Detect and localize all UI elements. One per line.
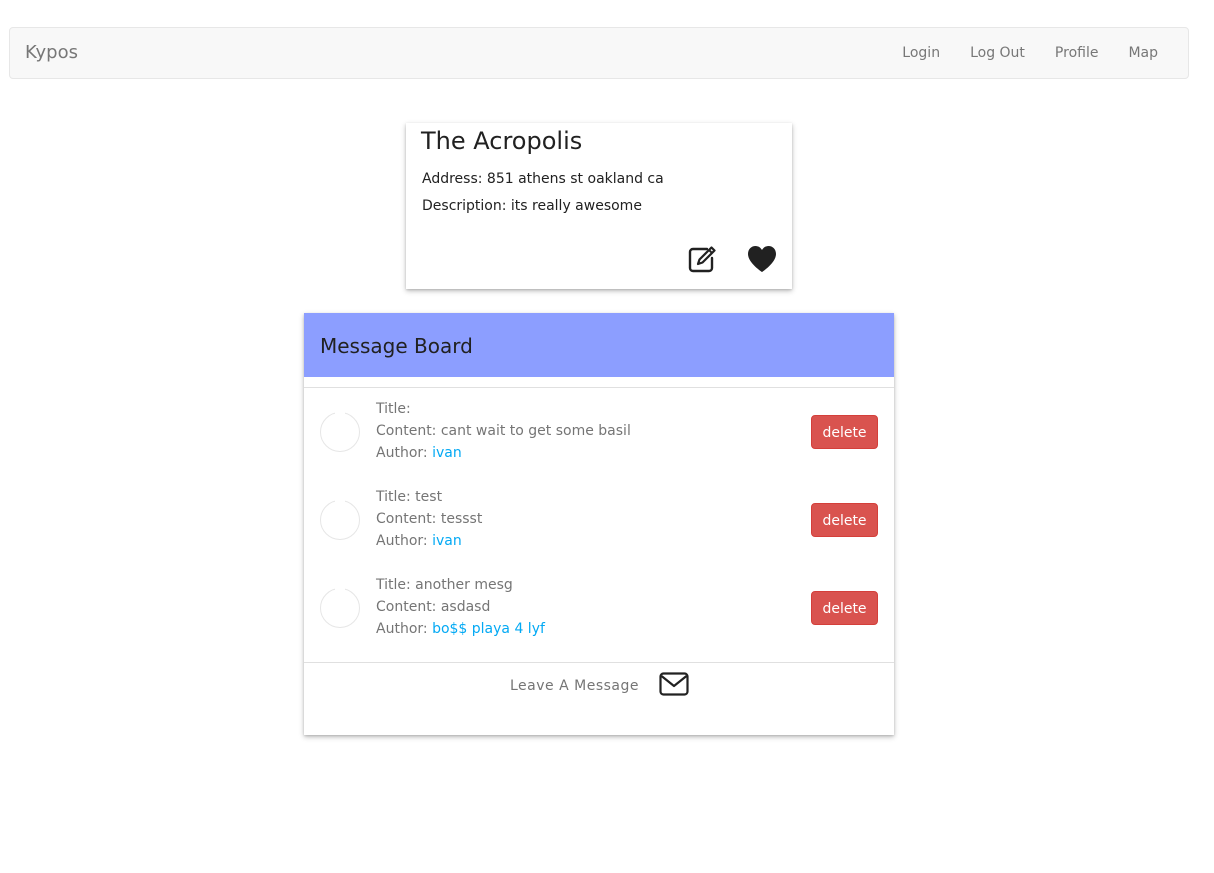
message-board-title: Message Board (320, 334, 473, 358)
author-prefix: Author: (376, 445, 433, 461)
nav-map-link[interactable]: Map (1113, 28, 1173, 78)
message-item: Title: Content: cant wait to get some ba… (304, 388, 894, 476)
message-text: Title: another mesg Content: asdasd Auth… (376, 574, 545, 640)
author-link[interactable]: ivan (432, 533, 462, 549)
avatar (320, 500, 360, 540)
message-author: Author: ivan (376, 530, 482, 552)
message-title: Title: test (376, 489, 443, 505)
edit-icon[interactable] (687, 244, 717, 274)
message-title: Title: another mesg (376, 577, 513, 593)
author-link[interactable]: bo$$ playa 4 lyf (432, 621, 545, 637)
message-text: Title: Content: cant wait to get some ba… (376, 398, 631, 464)
message-text: Title: test Content: tessst Author: ivan (376, 486, 482, 552)
message-author: Author: ivan (376, 442, 631, 464)
message-author: Author: bo$$ playa 4 lyf (376, 618, 545, 640)
divider (304, 662, 894, 663)
author-link[interactable]: ivan (432, 445, 462, 461)
navbar: Kypos Login Log Out Profile Map (9, 27, 1189, 79)
message-content: Content: tessst (376, 511, 483, 527)
message-item: Title: another mesg Content: asdasd Auth… (304, 564, 894, 652)
nav-logout-link[interactable]: Log Out (955, 28, 1040, 78)
leave-message-button[interactable]: Leave A Message (510, 678, 639, 694)
heart-icon[interactable] (746, 244, 778, 274)
place-description: Description: its really awesome (422, 198, 642, 214)
nav-profile-link[interactable]: Profile (1040, 28, 1114, 78)
message-content: Content: cant wait to get some basil (376, 423, 631, 439)
message-item: Title: test Content: tessst Author: ivan… (304, 476, 894, 564)
author-prefix: Author: (376, 621, 433, 637)
delete-button[interactable]: delete (811, 591, 878, 625)
place-address: Address: 851 athens st oakland ca (422, 171, 664, 187)
author-prefix: Author: (376, 533, 433, 549)
message-title: Title: (376, 401, 411, 417)
avatar (320, 588, 360, 628)
place-card: The Acropolis Address: 851 athens st oak… (406, 123, 792, 289)
nav-links: Login Log Out Profile Map (887, 28, 1173, 78)
avatar (320, 412, 360, 452)
message-board-header: Message Board (304, 313, 894, 377)
place-name: The Acropolis (421, 127, 583, 155)
delete-button[interactable]: delete (811, 415, 878, 449)
brand-link[interactable]: Kypos (25, 28, 78, 78)
message-content: Content: asdasd (376, 599, 491, 615)
nav-login-link[interactable]: Login (887, 28, 955, 78)
delete-button[interactable]: delete (811, 503, 878, 537)
message-board: Message Board Title: Content: cant wait … (304, 313, 894, 735)
envelope-icon[interactable] (659, 672, 689, 696)
